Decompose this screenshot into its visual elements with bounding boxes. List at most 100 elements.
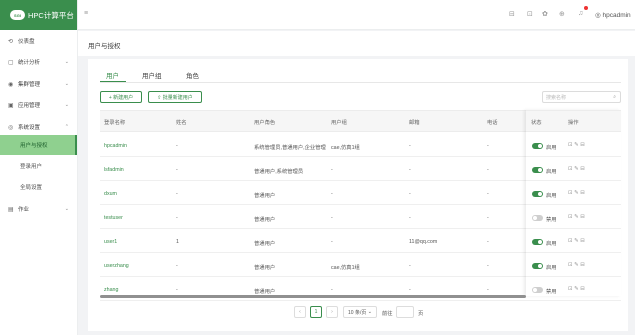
- table-cell: -: [487, 167, 489, 173]
- table-cell: 普通用户: [254, 217, 276, 223]
- horizontal-scrollbar[interactable]: [100, 295, 526, 298]
- column-header: 邮箱: [409, 120, 420, 126]
- username: hpcadmin: [602, 12, 631, 19]
- table-cell: -: [176, 167, 178, 173]
- login-name-link[interactable]: zhang: [104, 287, 118, 293]
- goto-page-input[interactable]: [396, 306, 414, 318]
- prev-page-button[interactable]: ‹: [294, 306, 306, 318]
- breadcrumb: 用户与授权: [88, 43, 121, 50]
- brand: SGI HPC计算平台: [0, 0, 77, 30]
- fullscreen-icon[interactable]: ⊟: [509, 10, 515, 18]
- table-cell: -: [331, 287, 333, 293]
- table-cell: -: [331, 191, 333, 197]
- sidebar-item-label: 统计分析: [18, 60, 41, 66]
- tab-divider: [100, 82, 621, 83]
- sidebar-subitem-1[interactable]: 登录用户: [0, 156, 77, 176]
- table-cell: 11@qq.com: [409, 239, 438, 245]
- cluster-icon: ◉: [8, 81, 14, 88]
- sidebar-item-2[interactable]: ◉ 集群管理 ⌄: [0, 73, 77, 95]
- chevron-down-icon: ⌄: [64, 206, 69, 212]
- table-cell: -: [409, 287, 411, 293]
- login-name-link[interactable]: hpcadmin: [104, 143, 127, 149]
- logo: SGI: [10, 10, 25, 20]
- chevron-down-icon: ⌄: [64, 59, 69, 65]
- table-cell: cae,仿真1组: [331, 145, 360, 151]
- table-cell: -: [331, 239, 333, 245]
- table-cell: 普通用户: [254, 241, 276, 247]
- page-size-select[interactable]: 10 条/页 ⌄: [343, 306, 377, 318]
- user-menu[interactable]: ◎ hpcadmin: [595, 11, 631, 19]
- login-name-link[interactable]: user1: [104, 239, 117, 245]
- sidebar-item-1[interactable]: ▢ 统计分析 ⌄: [0, 51, 77, 73]
- column-header: 登录名称: [104, 120, 126, 126]
- table-cell: -: [409, 263, 411, 269]
- table-cell: -: [487, 239, 489, 245]
- table-cell: 系统管理员,普通用户,企业管理: [254, 145, 326, 151]
- stats-icon: ▢: [8, 59, 14, 66]
- table-cell: -: [487, 263, 489, 269]
- bell-icon[interactable]: ♫: [578, 10, 583, 17]
- table-cell: -: [176, 287, 178, 293]
- app-icon: ▣: [8, 102, 14, 109]
- batch-new-user-button[interactable]: ⇧ 批量新建用户: [148, 91, 202, 103]
- breadcrumb-bar: 用户与授权: [78, 31, 635, 56]
- login-name-link[interactable]: userzhang: [104, 263, 129, 269]
- login-name-link[interactable]: dxum: [104, 191, 117, 197]
- table-cell: -: [176, 143, 178, 149]
- table-cell: cae,仿真1组: [331, 265, 360, 271]
- table-cell: -: [487, 191, 489, 197]
- top-bar: ≡ ⊟ ⊡ ✿ ⊕ ♫ ◎ hpcadmin: [78, 0, 635, 30]
- table-cell: -: [176, 191, 178, 197]
- table-cell: -: [176, 263, 178, 269]
- login-name-link[interactable]: testuser: [104, 215, 123, 221]
- sidebar-subitem-0[interactable]: 用户与授权: [0, 135, 77, 155]
- app-title: HPC计算平台: [28, 10, 74, 20]
- table-cell: 普通用户: [254, 193, 276, 199]
- chevron-down-icon: ⌄: [64, 102, 69, 108]
- screen-icon[interactable]: ⊡: [527, 10, 533, 18]
- menu-toggle-icon[interactable]: ≡: [84, 10, 88, 17]
- table-cell: -: [409, 215, 411, 221]
- help-icon[interactable]: ⊕: [559, 10, 565, 18]
- page-1-button[interactable]: 1: [310, 306, 322, 318]
- table-cell: -: [409, 191, 411, 197]
- goto-label: 前往: [382, 311, 393, 317]
- sidebar-item-3[interactable]: ▣ 应用管理 ⌄: [0, 94, 77, 116]
- table-cell: -: [409, 167, 411, 173]
- sidebar-item-label: 应用管理: [18, 103, 41, 109]
- table-cell: -: [487, 215, 489, 221]
- search-icon: ⌕: [613, 94, 616, 100]
- column-header: 用户角色: [254, 120, 276, 126]
- tab-groups[interactable]: 用户组: [142, 70, 162, 80]
- dashboard-icon: ⟲: [8, 38, 14, 45]
- login-name-link[interactable]: lsfadmin: [104, 167, 124, 173]
- sidebar-item-0[interactable]: ⟲ 仪表盘: [0, 30, 77, 52]
- table-cell: -: [331, 167, 333, 173]
- search-input[interactable]: 搜索名称 ⌕: [542, 91, 621, 103]
- table-cell: 1: [176, 239, 179, 245]
- chevron-down-icon: ⌄: [64, 81, 69, 87]
- next-page-button[interactable]: ›: [326, 306, 338, 318]
- notification-badge: [584, 6, 588, 10]
- table-cell: 普通用户,系统管理员: [254, 169, 304, 175]
- new-user-button[interactable]: + 新建用户: [100, 91, 142, 103]
- search-placeholder: 搜索名称: [546, 94, 567, 101]
- theme-icon[interactable]: ✿: [542, 10, 548, 18]
- table-cell: -: [487, 143, 489, 149]
- settings-icon: ◎: [8, 124, 14, 131]
- table-cell: -: [331, 215, 333, 221]
- column-header: 电话: [487, 120, 498, 126]
- column-header: 姓名: [176, 120, 187, 126]
- page-unit-label: 页: [418, 311, 424, 317]
- table-cell: 普通用户: [254, 265, 276, 271]
- sidebar-subitem-2[interactable]: 全局设置: [0, 177, 77, 197]
- table-cell: -: [487, 287, 489, 293]
- table-cell: 普通用户: [254, 289, 276, 295]
- tab-users[interactable]: 用户: [106, 70, 119, 80]
- tab-roles[interactable]: 角色: [186, 70, 199, 80]
- sidebar-item-label: 系统设置: [18, 125, 41, 131]
- page-size-value: 10 条/页: [348, 309, 367, 316]
- job-icon: ▤: [8, 206, 14, 213]
- tab-indicator: [100, 81, 126, 82]
- sidebar-item-5[interactable]: ▤ 作业 ⌄: [0, 198, 77, 220]
